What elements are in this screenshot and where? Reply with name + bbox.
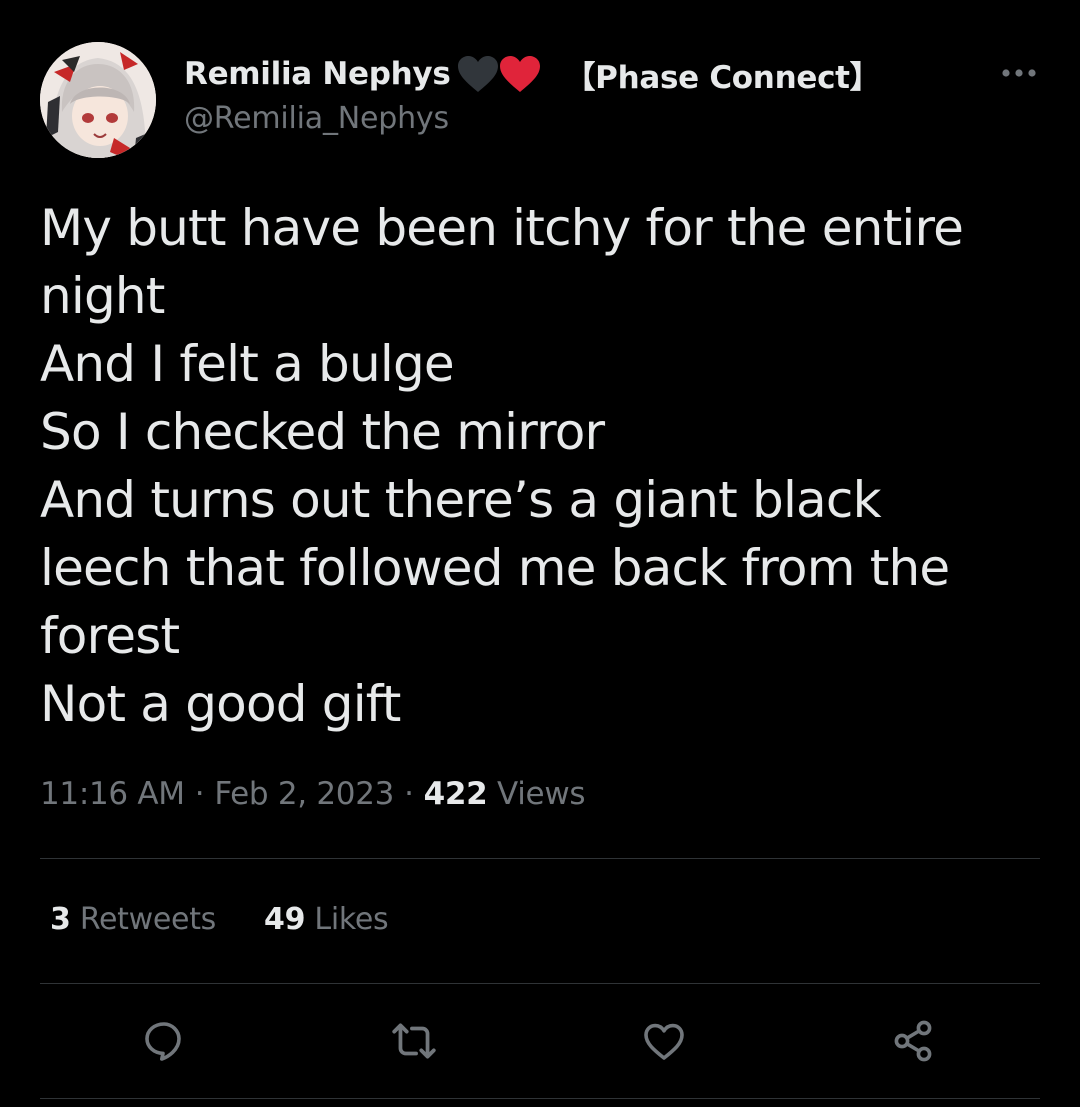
views-count: 422 bbox=[423, 776, 488, 812]
tweet-line: And turns out there’s a giant black bbox=[40, 471, 882, 529]
tweet-line: So I checked the mirror bbox=[40, 403, 605, 461]
share-button[interactable] bbox=[886, 1014, 940, 1068]
divider bbox=[40, 983, 1040, 984]
likes-label: Likes bbox=[314, 902, 389, 937]
author-name-row: Remilia Nephys 【Phase Connect】 bbox=[184, 52, 881, 96]
retweet-button[interactable] bbox=[387, 1014, 441, 1068]
avatar[interactable] bbox=[40, 42, 156, 158]
red-heart-icon bbox=[498, 54, 542, 94]
meta-separator: · bbox=[404, 776, 414, 812]
meta-separator: · bbox=[194, 776, 205, 812]
author-display-name[interactable]: Remilia Nephys bbox=[184, 56, 451, 92]
tweet-line: night bbox=[40, 267, 165, 325]
like-icon bbox=[644, 1023, 684, 1060]
action-bar bbox=[0, 1014, 1080, 1068]
tweet-text: My butt have been itchy for the entire n… bbox=[40, 194, 1050, 738]
tweet: Remilia Nephys 【Phase Connect】 @Remilia_… bbox=[0, 0, 1080, 1107]
black-heart-icon bbox=[456, 54, 500, 94]
views-label: Views bbox=[497, 776, 586, 812]
tweet-meta: 11:16 AM · Feb 2, 2023 · 422 Views bbox=[40, 776, 586, 812]
likes-stat[interactable]: 49 Likes bbox=[264, 902, 389, 937]
tweet-date[interactable]: Feb 2, 2023 bbox=[214, 776, 394, 812]
more-options-icon[interactable] bbox=[994, 56, 1044, 90]
retweets-label: Retweets bbox=[79, 902, 216, 937]
avatar-image bbox=[40, 42, 156, 158]
tweet-line: Not a good gift bbox=[40, 675, 401, 733]
engagement-stats: 3 Retweets 49 Likes bbox=[50, 902, 389, 937]
divider bbox=[40, 858, 1040, 859]
share-icon bbox=[894, 1020, 932, 1062]
divider bbox=[40, 1098, 1040, 1099]
tweet-line: leech that followed me back from the bbox=[40, 539, 950, 597]
retweets-count: 3 bbox=[50, 902, 71, 937]
tweet-time[interactable]: 11:16 AM bbox=[40, 776, 185, 812]
retweet-icon bbox=[392, 1023, 436, 1059]
like-button[interactable] bbox=[637, 1014, 691, 1068]
author-handle[interactable]: @Remilia_Nephys bbox=[184, 101, 449, 136]
reply-button[interactable] bbox=[137, 1014, 191, 1068]
reply-icon bbox=[145, 1022, 181, 1061]
tweet-line: My butt have been itchy for the entire bbox=[40, 199, 964, 257]
tweet-line: And I felt a bulge bbox=[40, 335, 455, 393]
tweet-line: forest bbox=[40, 607, 180, 665]
likes-count: 49 bbox=[264, 902, 306, 937]
retweets-stat[interactable]: 3 Retweets bbox=[50, 902, 216, 937]
author-affiliation-tag: 【Phase Connect】 bbox=[564, 59, 881, 96]
